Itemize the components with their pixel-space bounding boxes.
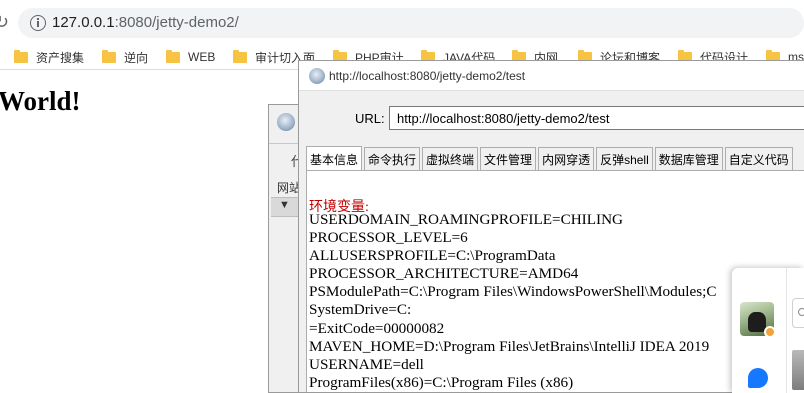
url-label: URL:: [355, 111, 385, 126]
env-variable-line: USERNAME=dell: [309, 355, 424, 373]
reload-icon[interactable]: ↻: [0, 12, 9, 33]
url-omnibox[interactable]: 127.0.0.1:8080/jetty-demo2/: [18, 8, 804, 38]
divider: [786, 268, 787, 393]
env-variable-line: PSModulePath=C:\Program Files\WindowsPow…: [309, 283, 717, 301]
env-variable-line: ProgramFiles(x86)=C:\Program Files (x86): [309, 373, 574, 391]
env-variable-line: =ExitCode=00000082: [309, 319, 445, 337]
status-badge: [764, 326, 776, 338]
caret-down-icon[interactable]: ▼: [279, 199, 290, 211]
floating-chat-panel[interactable]: [732, 268, 804, 393]
env-variable-line: MAVEN_HOME=D:\Program Files\JetBrains\In…: [309, 337, 710, 355]
page-heading: World!: [0, 86, 81, 116]
window-titlebar[interactable]: http://localhost:8080/jetty-demo2/test: [299, 61, 804, 91]
tab-reverse-shell[interactable]: 反弹shell: [596, 147, 653, 171]
url-host: 127.0.0.1: [52, 14, 115, 31]
site-info-icon[interactable]: [30, 15, 46, 31]
env-variable-list: USERDOMAIN_ROAMINGPROFILE=CHILING PROCES…: [309, 211, 717, 392]
bookmark-folder[interactable]: 逆向: [102, 48, 148, 66]
webshell-window: http://localhost:8080/jetty-demo2/test U…: [298, 60, 804, 393]
window-title: http://localhost:8080/jetty-demo2/test: [329, 69, 526, 83]
bookmark-label: 逆向: [124, 50, 149, 65]
app-globe-icon: [277, 113, 295, 131]
env-variable-line: SystemDrive=C:: [309, 301, 412, 319]
env-variable-line: PROCESSOR_ARCHITECTURE=AMD64: [309, 265, 579, 283]
env-variable-line: PROCESSOR_LEVEL=6: [309, 229, 468, 247]
tab-file-manager[interactable]: 文件管理: [480, 147, 537, 171]
function-tabs: 基本信息 命令执行 虚拟终端 文件管理 内网穿透 反弹shell 数据库管理 自…: [306, 146, 795, 171]
tab-virtual-terminal[interactable]: 虚拟终端: [422, 147, 479, 171]
bookmark-folder[interactable]: WEB: [166, 48, 215, 66]
folder-icon: [14, 49, 28, 63]
target-url-input[interactable]: [389, 106, 804, 130]
folder-icon: [166, 49, 180, 63]
search-input[interactable]: [792, 298, 804, 328]
env-variable-line: USERDOMAIN_ROAMINGPROFILE=CHILING: [309, 211, 624, 228]
contact-thumbnail[interactable]: [792, 350, 804, 390]
app-globe-icon: [309, 68, 325, 84]
tab-intranet-tunnel[interactable]: 内网穿透: [538, 147, 595, 171]
tab-custom-code[interactable]: 自定义代码: [724, 147, 793, 171]
url-path: :8080/jetty-demo2/: [114, 14, 239, 31]
chat-bubble-icon[interactable]: [748, 368, 768, 388]
bookmark-folder[interactable]: 资产搜集: [14, 48, 84, 66]
bookmark-label: 资产搜集: [36, 50, 85, 65]
url-text[interactable]: 127.0.0.1:8080/jetty-demo2/: [52, 14, 239, 31]
info-output-panel[interactable]: 环境变量: USERDOMAIN_ROAMINGPROFILE=CHILING …: [306, 170, 804, 392]
env-variable-line: ALLUSERSPROFILE=C:\ProgramData: [309, 247, 556, 265]
browser-address-bar: ↻ 127.0.0.1:8080/jetty-demo2/: [0, 0, 804, 44]
bookmark-label: WEB: [188, 50, 216, 64]
tab-basic-info[interactable]: 基本信息: [306, 146, 363, 171]
folder-icon: [233, 49, 247, 63]
folder-icon: [102, 49, 116, 63]
tab-database-manager[interactable]: 数据库管理: [654, 147, 723, 171]
tab-command-exec[interactable]: 命令执行: [364, 147, 421, 171]
